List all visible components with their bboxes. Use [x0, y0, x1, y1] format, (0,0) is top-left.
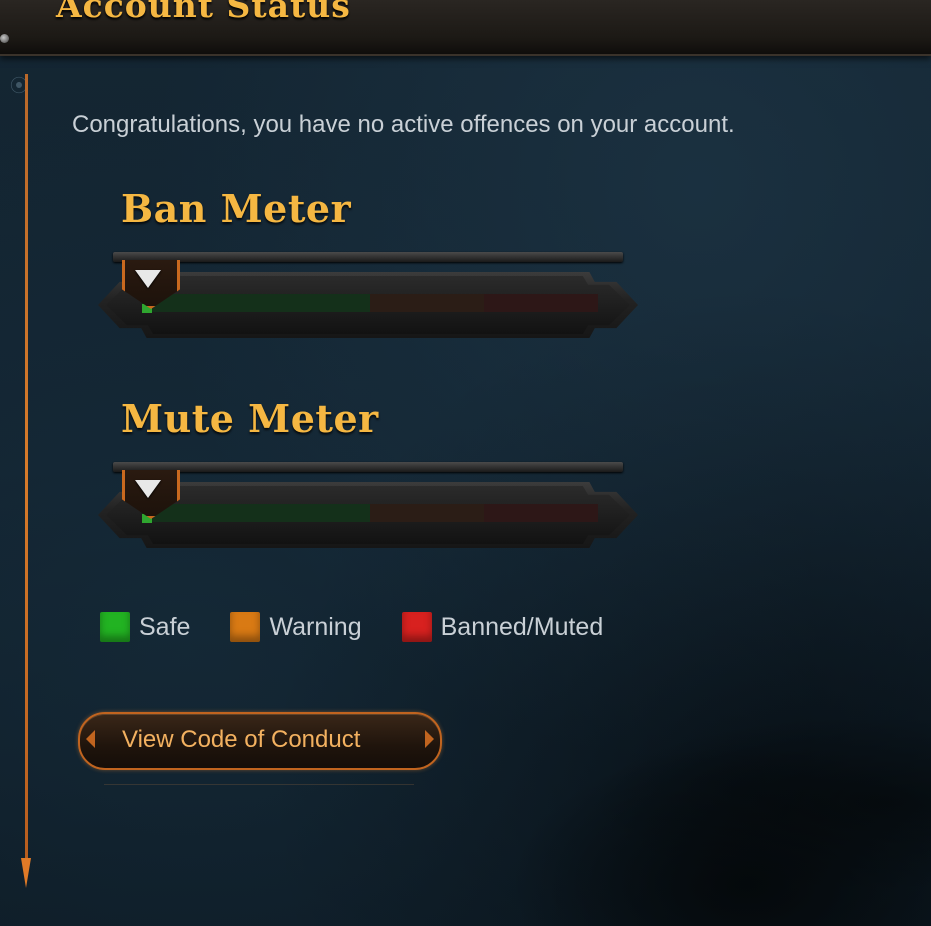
view-code-of-conduct-button[interactable]: View Code of Conduct — [78, 712, 442, 770]
divider-tip-icon — [21, 858, 31, 888]
legend-label: Banned/Muted — [440, 612, 604, 641]
button-label: View Code of Conduct — [122, 726, 361, 753]
section-header: Account Status — [0, 0, 931, 56]
legend-label: Warning — [269, 612, 362, 641]
mute-meter — [98, 462, 638, 562]
background-texture — [470, 720, 931, 926]
legend-item-banned-muted: Banned/Muted — [401, 612, 604, 642]
warning-swatch — [230, 612, 261, 642]
legend-label: Safe — [139, 612, 191, 641]
left-flourish-icon — [86, 730, 95, 748]
status-message: Congratulations, you have no active offe… — [72, 111, 735, 138]
rivet-icon — [0, 34, 9, 43]
down-arrow-icon — [135, 480, 161, 498]
safe-swatch — [100, 612, 130, 642]
right-flourish-icon — [425, 730, 434, 748]
ban-meter — [98, 252, 638, 352]
down-arrow-icon — [135, 270, 161, 288]
left-divider-line — [25, 74, 28, 864]
meter-segment-safe — [142, 294, 370, 312]
button-underline — [104, 784, 414, 785]
meter-segment-banned — [484, 294, 598, 312]
legend-item-warning: Warning — [230, 612, 362, 642]
meter-legend: Safe Warning Banned/Muted — [100, 612, 643, 642]
meter-segment-warning — [370, 294, 484, 312]
mute-meter-title: Mute Meter — [121, 396, 379, 441]
ban-meter-title: Ban Meter — [121, 186, 352, 231]
banned-swatch — [401, 612, 432, 642]
meter-track — [142, 294, 598, 312]
meter-segment-safe — [142, 504, 370, 522]
meter-rail — [113, 462, 623, 472]
meter-track — [142, 504, 598, 522]
section-title: Account Status — [56, 0, 351, 25]
meter-rail — [113, 252, 623, 262]
meter-segment-warning — [370, 504, 484, 522]
legend-item-safe: Safe — [100, 612, 190, 642]
meter-segment-banned — [484, 504, 598, 522]
